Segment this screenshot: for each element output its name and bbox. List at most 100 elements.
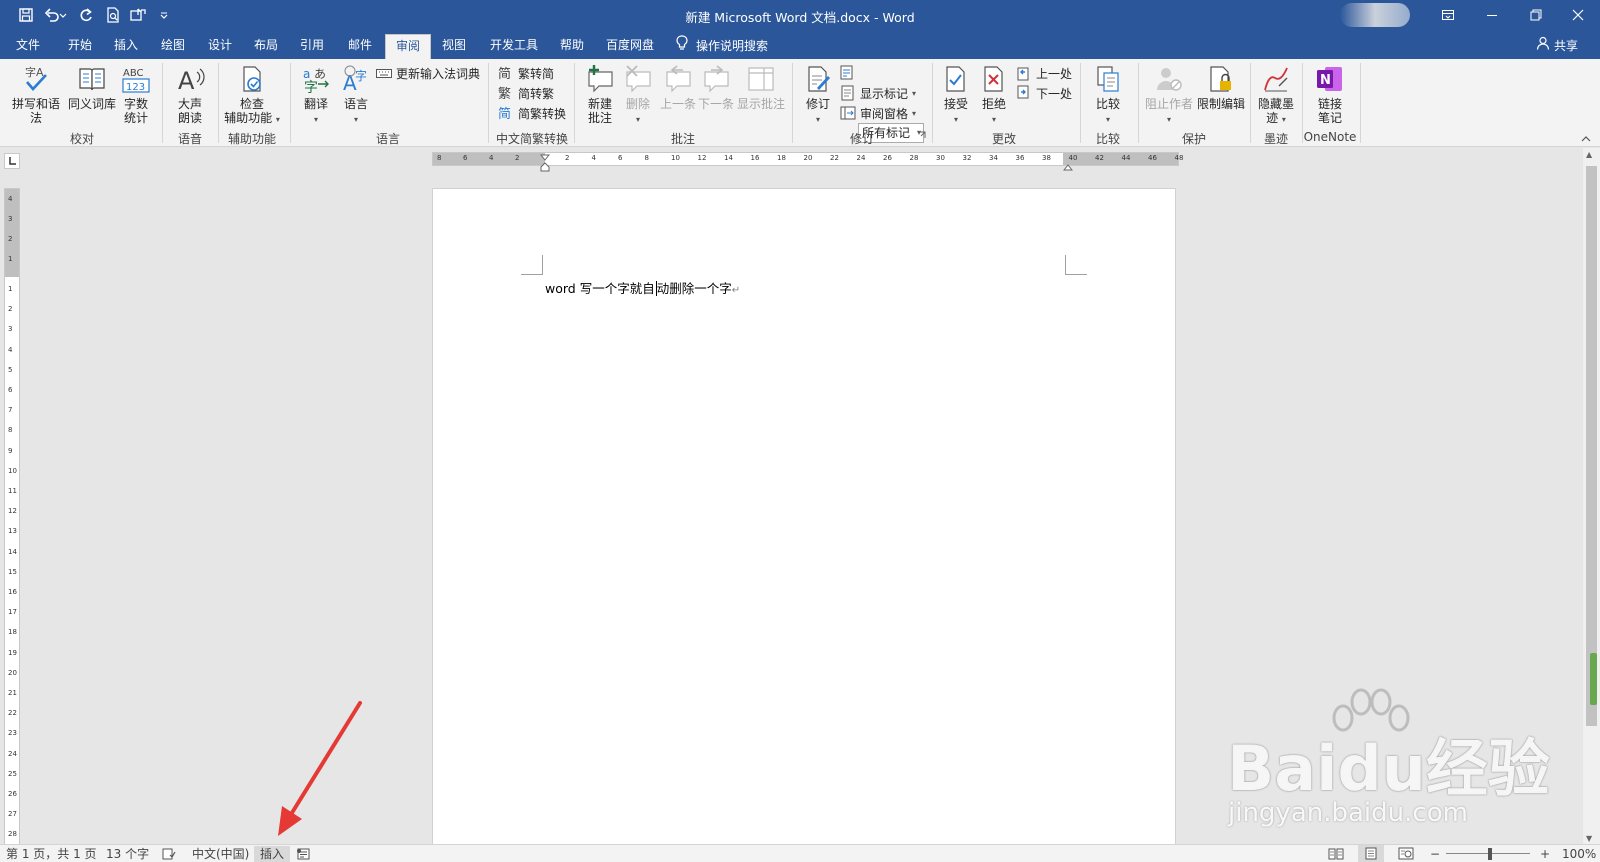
restore-icon[interactable]: [1514, 0, 1558, 30]
share-button[interactable]: 共享: [1536, 34, 1578, 59]
accessibility-icon: [236, 63, 268, 95]
language-status[interactable]: 中文(中国): [192, 846, 249, 862]
tab-design[interactable]: 设计: [200, 34, 240, 59]
ruler-number: 17: [8, 608, 17, 617]
group-separator: [792, 63, 793, 143]
annotation-arrow: [278, 701, 362, 836]
ruler-number: 3: [8, 215, 13, 223]
next-comment-button[interactable]: 下一条: [696, 63, 736, 111]
vertical-ruler[interactable]: 4321 1 2 3 4 5 6 7 8 9 10 11 12 13 14 15 16 17 18 19 20 21 22…: [4, 188, 20, 846]
tab-help[interactable]: 帮助: [552, 34, 592, 59]
word-count-icon: ABC 123: [120, 63, 152, 95]
ribbon-display-icon[interactable]: [1426, 0, 1470, 30]
tab-developer[interactable]: 开发工具: [484, 34, 544, 59]
block-authors-button[interactable]: 阻止作者 ▾: [1144, 63, 1194, 127]
update-ime-dictionary-button[interactable]: 更新输入法词典: [376, 63, 480, 83]
account-avatar[interactable]: [1340, 3, 1410, 27]
check-accessibility-button[interactable]: 检查 辅助功能 ▾: [222, 63, 282, 127]
accept-button[interactable]: 接受 ▾: [938, 63, 974, 127]
ruler-number: 36: [1015, 154, 1025, 162]
word-count-button[interactable]: ABC 123 字数 统计: [118, 63, 154, 125]
show-markup-button[interactable]: 显示标记 ▾: [840, 83, 916, 103]
zoom-slider-thumb[interactable]: [1488, 848, 1492, 860]
collapse-ribbon-icon[interactable]: [1580, 133, 1594, 145]
svg-text:简: 简: [498, 106, 511, 121]
tell-me-search[interactable]: 操作说明搜索: [676, 34, 768, 59]
ruler-number: 15: [8, 567, 17, 576]
ruler-right-margin: [1063, 153, 1178, 165]
previous-comment-button[interactable]: 上一条: [658, 63, 698, 111]
thesaurus-button[interactable]: 同义词库: [66, 63, 118, 111]
word-count[interactable]: 13 个字: [106, 846, 149, 862]
tab-mailings[interactable]: 邮件: [340, 34, 380, 59]
proofing-status-icon[interactable]: [162, 848, 176, 862]
svg-text:繁: 繁: [498, 86, 511, 101]
accept-label: 接受 ▾: [943, 97, 968, 124]
simplified-to-traditional-button[interactable]: 繁 简转繁: [498, 83, 554, 103]
horizontal-ruler[interactable]: 8642 2 4 6 8 10 12 14 16 18 20 22 24 26 28 30 32 34 36 38 4…: [432, 152, 1183, 172]
word-count-label: 字数 统计: [123, 97, 148, 125]
tab-view[interactable]: 视图: [434, 34, 474, 59]
tab-file[interactable]: 文件: [8, 34, 48, 59]
zoom-out-button[interactable]: −: [1430, 846, 1440, 862]
tab-baidu-netdisk[interactable]: 百度网盘: [602, 34, 658, 59]
crop-mark-top-left: [521, 255, 543, 275]
ruler-number: 7: [8, 406, 13, 415]
tab-layout[interactable]: 布局: [246, 34, 286, 59]
group-protect-label: 保护: [1181, 132, 1206, 146]
document-page[interactable]: word 写一个字就自 动删除一个字↵: [432, 188, 1176, 846]
language-icon: A字: [340, 63, 372, 95]
tab-home[interactable]: 开始: [60, 34, 100, 59]
restrict-editing-button[interactable]: 限制编辑: [1196, 63, 1246, 111]
ruler-number: 11: [8, 487, 17, 495]
translate-button[interactable]: aあ字 翻译 ▾: [296, 63, 336, 127]
hide-ink-button[interactable]: 隐藏墨迹 ▾: [1256, 63, 1296, 127]
scroll-down-icon[interactable]: ▼: [1586, 834, 1592, 843]
vertical-scrollbar[interactable]: ▲ ▼: [1583, 148, 1600, 846]
compare-button[interactable]: 比较 ▾: [1088, 63, 1128, 127]
tab-selector[interactable]: [4, 153, 20, 169]
spelling-grammar-button[interactable]: 字A 拼写和语法: [8, 63, 64, 125]
hanging-indent-marker[interactable]: [540, 161, 550, 175]
check-accessibility-label: 检查 辅助功能 ▾: [224, 97, 280, 125]
group-speech-label: 语音: [177, 132, 202, 146]
show-comments-button[interactable]: 显示批注: [736, 63, 786, 111]
scrollbar-thumb[interactable]: [1586, 166, 1597, 726]
web-layout-icon[interactable]: [1398, 847, 1414, 862]
traditional-to-simplified-button[interactable]: 简 繁转简: [498, 63, 554, 83]
hide-ink-label: 隐藏墨迹 ▾: [1257, 97, 1294, 125]
delete-comment-button[interactable]: 删除 ▾: [620, 63, 656, 127]
linked-notes-button[interactable]: N 链接 笔记: [1308, 63, 1352, 125]
close-icon[interactable]: [1556, 0, 1600, 30]
tab-references[interactable]: 引用: [292, 34, 332, 59]
tab-insert[interactable]: 插入: [106, 34, 146, 59]
ruler-number: 10: [8, 466, 17, 475]
ruler-number: 13: [8, 527, 17, 536]
insert-mode-toggle[interactable]: 插入: [254, 846, 291, 862]
new-comment-button[interactable]: 新建 批注: [580, 63, 620, 125]
chinese-conversion-button[interactable]: 简 简繁转换: [498, 103, 566, 123]
language-button[interactable]: A字 语言 ▾: [336, 63, 376, 127]
tracking-dialog-launcher-icon[interactable]: [918, 129, 928, 141]
minimize-icon[interactable]: [1470, 0, 1514, 30]
print-layout-icon[interactable]: [1358, 845, 1384, 862]
next-change-button[interactable]: 下一处: [1016, 83, 1072, 103]
previous-change-button[interactable]: 上一处: [1016, 63, 1072, 83]
tab-review[interactable]: 审阅: [385, 34, 431, 59]
document-text[interactable]: word 写一个字就自 动删除一个字↵: [545, 278, 740, 297]
right-indent-marker[interactable]: [1062, 161, 1074, 175]
track-changes-button[interactable]: 修订 ▾: [798, 63, 838, 127]
group-separator: [932, 63, 933, 143]
reviewing-pane-button[interactable]: 审阅窗格 ▾: [840, 103, 916, 123]
macro-record-icon[interactable]: [296, 848, 310, 862]
page-count[interactable]: 第 1 页，共 1 页: [6, 846, 97, 862]
read-aloud-button[interactable]: A 大声 朗读: [168, 63, 212, 125]
zoom-in-button[interactable]: +: [1540, 846, 1550, 862]
scroll-up-icon[interactable]: ▲: [1586, 150, 1592, 159]
next-change-icon: [1016, 85, 1032, 101]
read-mode-icon[interactable]: [1328, 847, 1344, 862]
zoom-level[interactable]: 100%: [1562, 846, 1596, 862]
tab-draw[interactable]: 绘图: [153, 34, 193, 59]
reject-button[interactable]: 拒绝 ▾: [976, 63, 1012, 127]
ruler-number: 6: [8, 386, 13, 394]
